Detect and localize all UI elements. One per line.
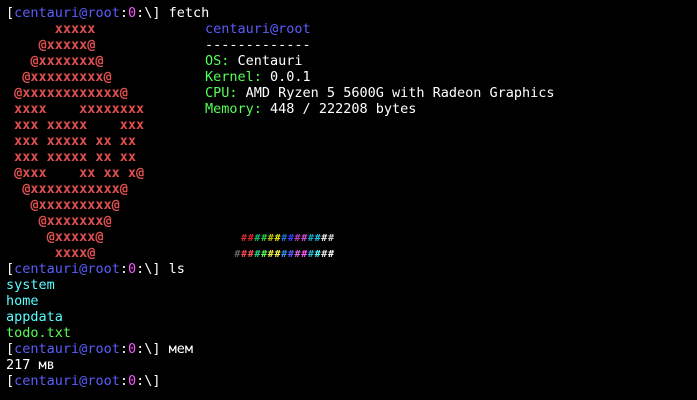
info-os-value: Centauri (237, 53, 303, 69)
palette-swatch: # (307, 233, 314, 244)
prompt-tty: 0 (127, 261, 137, 277)
info-memory: Memory: 448 / 222208 bytes (205, 101, 555, 117)
ascii-logo-line: @xxxxxxxxx@ (6, 69, 112, 85)
info-title: centauri@root (205, 21, 311, 37)
prompt-host: root (87, 373, 120, 389)
info-kernel-value: 0.0.1 (270, 69, 311, 85)
mem-output: 217 мв (6, 357, 55, 373)
ls-entry-file: todo.txt (6, 325, 72, 341)
prompt-host: root (87, 341, 120, 357)
palette-swatch: # (321, 233, 328, 244)
prompt-separator: : (119, 341, 128, 357)
prompt-tty: 0 (127, 5, 137, 21)
system-info: centauri@root ------------- OS: Centauri… (205, 21, 555, 117)
ascii-logo-line: @xxx xx xx x@ (6, 165, 145, 181)
palette-swatch: # (267, 233, 274, 244)
palette-swatch: # (287, 233, 294, 244)
info-kernel-label: Kernel: (205, 69, 262, 85)
prompt-tty: 0 (127, 341, 137, 357)
palette-row-normal: ############### (234, 231, 334, 247)
palette-swatch: # (247, 233, 254, 244)
info-cpu-label: CPU: (205, 85, 238, 101)
palette-swatch: # (261, 233, 268, 244)
prompt-open-bracket: [ (6, 261, 15, 277)
info-cpu: CPU: AMD Ryzen 5 5600G with Radeon Graph… (205, 85, 555, 101)
prompt-user: centauri (14, 261, 80, 277)
ls-entry-dir: home (6, 293, 39, 309)
prompt-separator: : (119, 261, 128, 277)
info-os: OS: Centauri (205, 53, 555, 69)
ascii-logo: xxxxx @xxxxx@ @xxxxxxx@ @xxxxxxxxx@ @xxx… (6, 21, 144, 261)
ascii-logo-line: @xxxxx@ (6, 229, 104, 245)
ls-entry-dir: appdata (6, 309, 63, 325)
ascii-logo-line: xxx xxxxx xx xx (6, 149, 137, 165)
info-cpu-value: AMD Ryzen 5 5600G with Radeon Graphics (245, 85, 555, 101)
ascii-logo-line: xxxxx (6, 21, 96, 37)
palette-swatch: # (254, 233, 261, 244)
palette-swatch: # (301, 233, 308, 244)
palette-swatch: # (327, 233, 334, 244)
prompt-close-bracket: ] (152, 261, 161, 277)
command-text: ls (168, 261, 185, 277)
prompt-open-bracket: [ (6, 373, 15, 389)
prompt-close-bracket: ] (152, 373, 161, 389)
prompt-close-bracket: ] (152, 5, 161, 21)
color-palette: ############### ############### (234, 231, 334, 263)
ascii-logo-line: xxxx@ (6, 245, 96, 261)
prompt-user: centauri (14, 373, 80, 389)
ascii-logo-line: @xxxxxxxxxxxx@ (6, 85, 128, 101)
info-memory-value: 448 / 222208 bytes (270, 101, 417, 117)
prompt-host: root (87, 5, 120, 21)
palette-swatch: # (241, 233, 248, 244)
prompt-separator: : (119, 373, 128, 389)
ascii-logo-line: xxx xxxxx xxx (6, 117, 145, 133)
command-text: мем (168, 341, 194, 357)
prompt-user: centauri (14, 5, 80, 21)
prompt-line: [centauri@root:0:\] fetch (6, 5, 692, 21)
palette-swatch: # (234, 233, 241, 244)
command-text: fetch (168, 5, 210, 21)
palette-swatch: # (314, 233, 321, 244)
prompt-line: [centauri@root:0:\] мем (6, 341, 692, 357)
prompt-separator: : (119, 5, 128, 21)
ascii-logo-line: xxxx xxxxxxxx (6, 101, 145, 117)
ascii-logo-line: @xxxxxxxxx@ (6, 197, 120, 213)
palette-swatch: # (294, 233, 301, 244)
info-memory-label: Memory: (205, 101, 262, 117)
ascii-logo-line: @xxxxx@ (6, 37, 96, 53)
info-rule: ------------- (205, 37, 311, 53)
prompt-close-bracket: ] (152, 341, 161, 357)
ascii-logo-line: @xxxxxxxxxxx@ (6, 181, 128, 197)
info-kernel: Kernel: 0.0.1 (205, 69, 555, 85)
prompt-open-bracket: [ (6, 341, 15, 357)
prompt-user: centauri (14, 341, 80, 357)
ascii-logo-line: @xxxxxxx@ (6, 213, 112, 229)
active-prompt-line[interactable]: [centauri@root:0:\] (6, 373, 692, 389)
info-os-label: OS: (205, 53, 230, 69)
ls-entry-dir: system (6, 277, 55, 293)
palette-swatch: # (281, 233, 288, 244)
prompt-tty: 0 (127, 373, 137, 389)
palette-swatch: # (274, 233, 281, 244)
terminal-window[interactable]: [centauri@root:0:\] fetch (6, 5, 692, 21)
fetch-output: xxxxx @xxxxx@ @xxxxxxx@ @xxxxxxxxx@ @xxx… (6, 21, 692, 261)
prompt-open-bracket: [ (6, 5, 15, 21)
ascii-logo-line: @xxxxxxx@ (6, 53, 104, 69)
terminal-lower[interactable]: [centauri@root:0:\] ls system home appda… (6, 261, 692, 389)
ascii-logo-line: xxx xxxxx xx xx (6, 133, 137, 149)
prompt-host: root (87, 261, 120, 277)
prompt-line: [centauri@root:0:\] ls (6, 261, 692, 277)
